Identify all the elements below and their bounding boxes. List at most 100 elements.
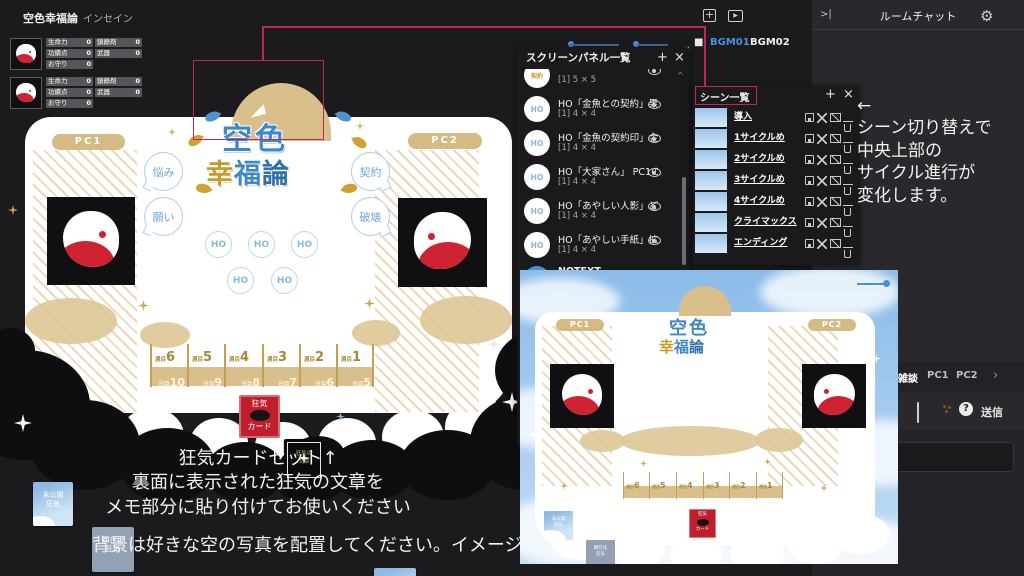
- chevron-right-icon[interactable]: ›: [993, 368, 998, 383]
- scene-thumb[interactable]: [695, 150, 727, 169]
- scene-row[interactable]: 3サイクルめ: [693, 170, 860, 195]
- stat-box[interactable]: 功績点 0: [46, 49, 93, 58]
- card-unrevealed-madness[interactable]: 未公開狂気: [33, 482, 73, 526]
- save-icon[interactable]: [805, 155, 814, 164]
- scroll-up-icon[interactable]: ^: [677, 71, 684, 80]
- stat-box[interactable]: 功績点 0: [46, 88, 93, 97]
- stat-box[interactable]: 武器 0: [95, 49, 142, 58]
- pc2-portrait-panel[interactable]: [398, 198, 487, 287]
- cycle-track[interactable]: 週目6 週目5 週目4 週目3 週目2 週目1 日目10 日目9 日目8 日目7…: [150, 344, 374, 389]
- scene-row[interactable]: 導入: [693, 107, 860, 132]
- scene-thumb[interactable]: [695, 129, 727, 148]
- add-icon[interactable]: +: [657, 50, 668, 65]
- image-off-icon[interactable]: [830, 134, 841, 143]
- image-off-icon[interactable]: [830, 155, 841, 164]
- scene-thumb[interactable]: [695, 213, 727, 232]
- stat-box[interactable]: 武器 0: [95, 88, 142, 97]
- panel-item[interactable]: HO HO「あやしい手紙」拡散… [1] 4 × 4: [517, 230, 689, 264]
- panel-item[interactable]: HO HO「大家さん」 PC1の住… [1] 4 × 4: [517, 162, 689, 196]
- save-icon[interactable]: [805, 134, 814, 143]
- tab-pc2[interactable]: PC2: [956, 370, 978, 381]
- cut-icon[interactable]: [817, 113, 827, 123]
- scene-row[interactable]: 4サイクルめ: [693, 191, 860, 216]
- scene-thumb[interactable]: [695, 171, 727, 190]
- ho-circle[interactable]: HO: [205, 231, 232, 258]
- panel-item[interactable]: HO HO「あやしい人影」どこ… [1] 4 × 4: [517, 196, 689, 230]
- image-off-icon[interactable]: [830, 239, 841, 248]
- cut-in-icon[interactable]: [728, 10, 743, 22]
- save-icon[interactable]: [805, 218, 814, 227]
- bgm-track-1[interactable]: BGM01: [710, 37, 750, 48]
- pc2-tag[interactable]: PC2: [408, 133, 482, 149]
- cut-icon[interactable]: [817, 134, 827, 144]
- close-icon[interactable]: ×: [674, 50, 685, 65]
- bgm-track-2[interactable]: BGM02: [750, 37, 790, 48]
- bgm-volume-track[interactable]: [571, 44, 619, 46]
- character-avatar[interactable]: [10, 38, 42, 70]
- madness-card-front[interactable]: 狂気 カード: [239, 395, 280, 438]
- gear-icon[interactable]: [980, 6, 993, 25]
- trash-icon[interactable]: [842, 246, 853, 258]
- cut-icon[interactable]: [817, 218, 827, 228]
- panel-item[interactable]: HO HO「金魚の契約印」金魚… [1] 4 × 4: [517, 128, 689, 162]
- save-icon[interactable]: [805, 239, 814, 248]
- tab-zatsudan[interactable]: 雑談: [898, 370, 918, 385]
- ho-circle[interactable]: HO: [291, 231, 318, 258]
- stat-box[interactable]: 鎮静剤 0: [95, 38, 142, 47]
- scene-link[interactable]: 1サイクルめ: [734, 128, 785, 149]
- se-volume-track[interactable]: [638, 44, 668, 46]
- stat-box[interactable]: 生命力 0: [46, 77, 93, 86]
- card-unrevealed-madness[interactable]: 未公開狂気: [374, 568, 416, 576]
- eye-icon[interactable]: [648, 236, 661, 245]
- eye-icon[interactable]: [648, 134, 661, 143]
- image-off-icon[interactable]: [830, 197, 841, 206]
- preview-slider-handle[interactable]: [883, 280, 890, 287]
- bubble-nayami[interactable]: 悩み: [144, 152, 183, 191]
- image-off-icon[interactable]: [830, 176, 841, 185]
- stat-box[interactable]: 生命力 0: [46, 38, 93, 47]
- bubble-negai[interactable]: 願い: [144, 197, 183, 236]
- ho-circle[interactable]: HO: [227, 267, 254, 294]
- tab-pc1[interactable]: PC1: [927, 370, 949, 381]
- scene-link[interactable]: エンディング: [734, 233, 787, 254]
- eye-icon[interactable]: [648, 202, 661, 211]
- preview-slider-track[interactable]: [857, 283, 885, 285]
- scene-row[interactable]: 2サイクルめ: [693, 149, 860, 174]
- scene-thumb[interactable]: [695, 108, 727, 127]
- panel-item[interactable]: HO HO「金魚との契約」果た… [1] 4 × 4: [517, 94, 689, 128]
- cut-icon[interactable]: [817, 239, 827, 249]
- bubble-keiyaku[interactable]: 契約: [351, 152, 390, 191]
- scene-thumb[interactable]: [695, 192, 727, 211]
- add-panel-icon[interactable]: [703, 9, 716, 22]
- save-icon[interactable]: [805, 113, 814, 122]
- cut-icon[interactable]: [817, 197, 827, 207]
- scene-link[interactable]: 4サイクルめ: [734, 191, 785, 212]
- save-icon[interactable]: [805, 176, 814, 185]
- eye-icon[interactable]: [648, 100, 661, 109]
- add-icon[interactable]: +: [825, 87, 836, 102]
- scene-link[interactable]: 導入: [734, 107, 752, 128]
- close-icon[interactable]: ×: [843, 87, 854, 102]
- scene-link[interactable]: クライマックス: [734, 212, 797, 233]
- scene-link[interactable]: 2サイクルめ: [734, 149, 785, 170]
- scene-thumb[interactable]: [695, 234, 727, 253]
- pc1-tag[interactable]: PC1: [52, 134, 125, 150]
- scene-link[interactable]: 3サイクルめ: [734, 170, 785, 191]
- ho-circle[interactable]: HO: [248, 231, 275, 258]
- image-off-icon[interactable]: [830, 218, 841, 227]
- stat-box[interactable]: お守り 0: [46, 60, 93, 69]
- cut-icon[interactable]: [817, 155, 827, 165]
- ho-circle[interactable]: HO: [271, 267, 298, 294]
- scene-row[interactable]: クライマックス: [693, 212, 860, 237]
- stat-box[interactable]: 鎮静剤 0: [95, 77, 142, 86]
- scene-row[interactable]: エンディング: [693, 233, 860, 258]
- image-off-icon[interactable]: [830, 113, 841, 122]
- cut-icon[interactable]: [817, 176, 827, 186]
- board-preview-image[interactable]: PC1 PC2 空色 幸福論 週目6 週目5 週目4 週目3 週目2 週目1 日…: [520, 270, 898, 564]
- character-avatar[interactable]: [10, 77, 42, 109]
- bubble-hakai[interactable]: 破壊: [351, 197, 390, 236]
- pc1-portrait-panel[interactable]: [47, 197, 135, 285]
- bgm-stop-button[interactable]: ■: [694, 37, 703, 48]
- list-icon[interactable]: [917, 402, 919, 423]
- help-icon[interactable]: ?: [959, 402, 973, 416]
